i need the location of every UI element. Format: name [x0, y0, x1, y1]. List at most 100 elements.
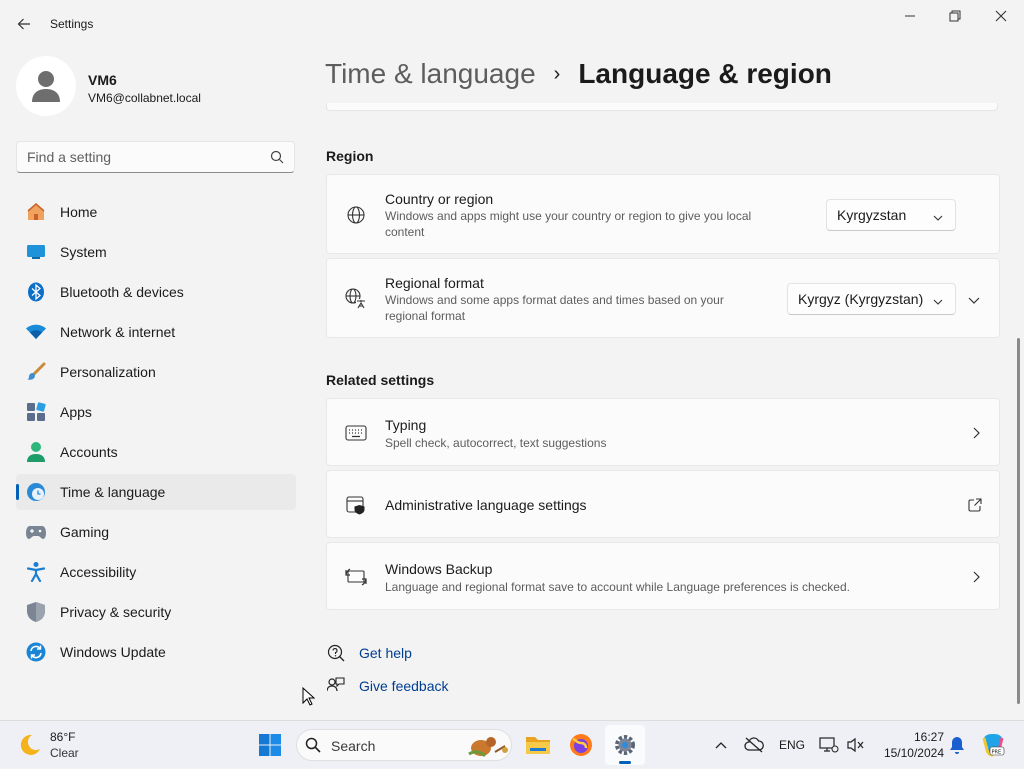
taskbar-search-label: Search	[331, 738, 376, 754]
keyboard-icon	[345, 422, 367, 444]
network-tray-icon	[819, 737, 839, 753]
home-icon	[26, 202, 46, 222]
chevron-right-icon	[971, 426, 981, 444]
start-button[interactable]	[250, 725, 290, 765]
search-input[interactable]	[27, 148, 267, 166]
file-explorer-button[interactable]	[518, 725, 558, 765]
admin-shield-window-icon	[345, 494, 367, 516]
previous-card-edge	[326, 103, 998, 111]
sidebar-item-bluetooth[interactable]: Bluetooth & devices	[16, 274, 296, 310]
cloud-offline-icon	[744, 737, 764, 753]
user-email: VM6@collabnet.local	[88, 91, 201, 105]
regional-format-dropdown[interactable]: Kyrgyz (Kyrgyzstan)	[787, 283, 956, 315]
back-button[interactable]	[12, 12, 36, 36]
chevron-down-icon	[933, 210, 943, 226]
weather-condition: Clear	[50, 746, 79, 760]
regional-format-card[interactable]: Regional format Windows and some apps fo…	[326, 258, 1000, 338]
gear-icon	[615, 735, 635, 755]
related-settings-title: Related settings	[326, 372, 435, 388]
give-feedback-link[interactable]: Give feedback	[326, 674, 449, 698]
sidebar-item-personalization[interactable]: Personalization	[16, 354, 296, 390]
notifications-button[interactable]	[946, 721, 968, 769]
expand-chevron-icon[interactable]	[968, 293, 980, 311]
backup-sync-icon	[345, 566, 367, 588]
country-region-dropdown[interactable]: Kyrgyzstan	[826, 199, 956, 231]
page-title: Language & region	[578, 58, 832, 89]
onedrive-tray[interactable]	[740, 721, 768, 769]
feedback-icon	[326, 676, 346, 696]
svg-text:PRE: PRE	[992, 750, 1002, 756]
minimize-icon	[905, 15, 915, 17]
close-button[interactable]	[978, 0, 1024, 32]
sidebar-item-accounts[interactable]: Accounts	[16, 434, 296, 470]
user-name: VM6	[88, 72, 117, 88]
get-help-label: Get help	[359, 645, 412, 661]
volume-tray[interactable]	[844, 721, 868, 769]
accounts-icon	[26, 442, 46, 462]
title-bar: Settings	[0, 0, 1024, 48]
sidebar-item-network[interactable]: Network & internet	[16, 314, 296, 350]
network-tray[interactable]	[816, 721, 842, 769]
taskbar-clock[interactable]: 16:27 15/10/2024	[872, 729, 944, 761]
chevron-right-icon	[971, 570, 981, 588]
windows-backup-desc: Language and regional format save to acc…	[385, 580, 850, 594]
country-region-desc-line1: Windows and apps might use your country …	[385, 209, 752, 223]
maximize-button[interactable]	[932, 0, 978, 32]
windows-backup-title: Windows Backup	[385, 561, 493, 577]
sidebar-item-gaming[interactable]: Gaming	[16, 514, 296, 550]
firefox-icon	[570, 734, 592, 756]
settings-taskbar-button[interactable]	[605, 725, 645, 765]
close-icon	[995, 10, 1007, 22]
weather-widget[interactable]: 86°F Clear	[18, 729, 118, 761]
external-link-icon	[968, 498, 982, 517]
sidebar-item-label: Accounts	[60, 444, 118, 460]
sidebar-nav: Home System Bluetooth & devices Network …	[16, 194, 296, 674]
regional-format-title: Regional format	[385, 275, 484, 291]
country-region-value: Kyrgyzstan	[837, 207, 907, 223]
globe-icon	[345, 204, 367, 226]
give-feedback-label: Give feedback	[359, 678, 449, 694]
gaming-icon	[26, 522, 46, 542]
breadcrumb: Time & language › Language & region	[325, 58, 832, 90]
sidebar-item-home[interactable]: Home	[16, 194, 296, 230]
volume-muted-icon	[847, 737, 864, 753]
country-region-card: Country or region Windows and apps might…	[326, 174, 1000, 254]
clock-time: 16:27	[913, 730, 944, 744]
bell-icon	[950, 737, 964, 754]
sidebar-item-privacy[interactable]: Privacy & security	[16, 594, 296, 630]
sidebar-item-system[interactable]: System	[16, 234, 296, 270]
sidebar-item-accessibility[interactable]: Accessibility	[16, 554, 296, 590]
user-profile[interactable]: VM6 VM6@collabnet.local	[16, 56, 296, 120]
input-language-indicator[interactable]: ENG	[776, 721, 808, 769]
search-highlight-icon	[468, 737, 508, 758]
get-help-link[interactable]: Get help	[326, 641, 412, 665]
taskbar-search[interactable]: Search	[296, 729, 512, 761]
regional-format-value: Kyrgyz (Kyrgyzstan)	[798, 291, 924, 307]
sidebar-item-label: System	[60, 244, 107, 260]
chevron-down-icon	[933, 294, 943, 310]
sidebar-item-time-language[interactable]: Time & language	[16, 474, 296, 510]
region-section-title: Region	[326, 148, 374, 164]
breadcrumb-separator: ›	[553, 62, 561, 85]
accessibility-icon	[26, 562, 46, 582]
scrollbar[interactable]	[1017, 338, 1020, 704]
search-icon	[305, 737, 321, 758]
sidebar-item-windows-update[interactable]: Windows Update	[16, 634, 296, 670]
chevron-up-icon	[715, 742, 727, 749]
avatar	[16, 56, 76, 116]
mouse-cursor-icon	[302, 687, 316, 706]
show-hidden-icons-button[interactable]	[708, 721, 734, 769]
search-icon[interactable]	[270, 150, 284, 169]
sidebar-item-apps[interactable]: Apps	[16, 394, 296, 430]
copilot-icon: PRE	[982, 734, 1005, 757]
firefox-button[interactable]	[561, 725, 601, 765]
typing-card[interactable]: Typing Spell check, autocorrect, text su…	[326, 398, 1000, 466]
minimize-button[interactable]	[887, 0, 933, 32]
regional-format-desc-line1: Windows and some apps format dates and t…	[385, 293, 724, 307]
admin-language-card[interactable]: Administrative language settings	[326, 470, 1000, 538]
windows-backup-card[interactable]: Windows Backup Language and regional for…	[326, 542, 1000, 610]
network-icon	[26, 322, 46, 342]
sidebar-item-label: Accessibility	[60, 564, 137, 580]
breadcrumb-parent[interactable]: Time & language	[325, 58, 536, 90]
copilot-button[interactable]: PRE	[978, 721, 1008, 769]
